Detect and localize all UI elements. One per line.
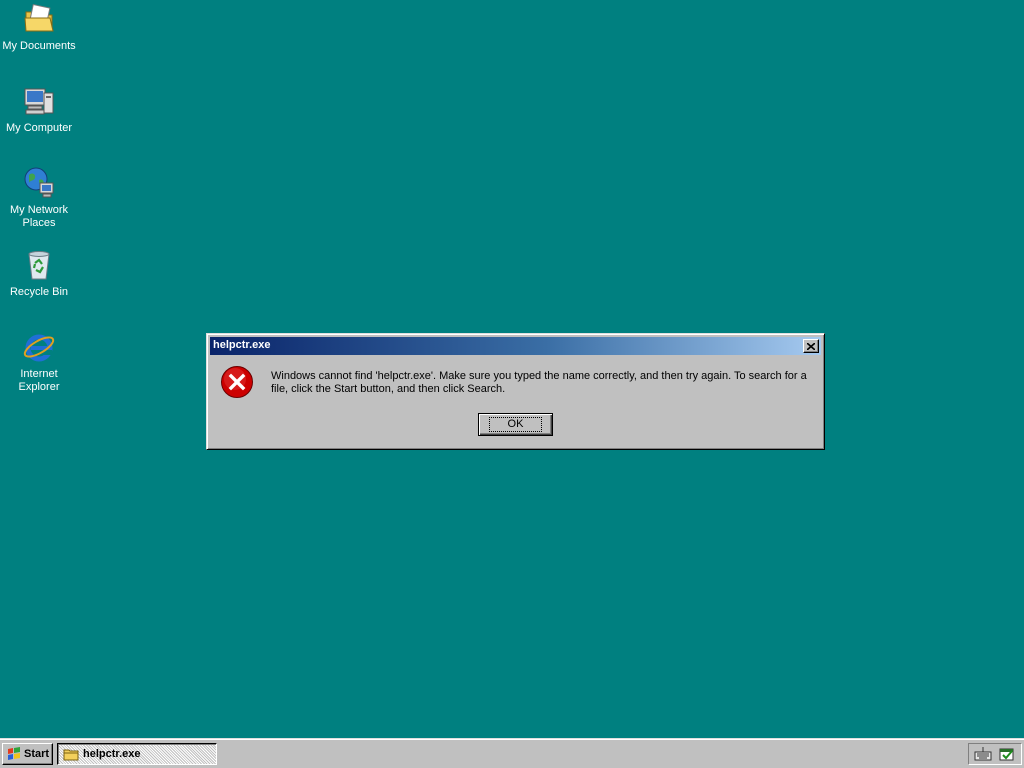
internet-explorer-icon [23,334,55,362]
folder-documents-icon [24,3,54,32]
system-tray [968,743,1022,765]
desktop-icon-label: Recycle Bin [9,286,69,298]
recycle-bin-icon [28,251,50,280]
network-globe-icon [24,167,54,198]
dialog-title-bar[interactable]: helpctr.exe [210,337,821,355]
scheduler-icon[interactable] [998,746,1016,762]
keyboard-icon[interactable] [974,746,992,762]
start-label: Start [24,748,50,760]
close-button[interactable] [803,339,819,353]
desktop: My Documents My Computer My Network Plac… [0,0,1024,738]
folder-icon [63,749,79,761]
ok-button[interactable]: OK [478,413,553,436]
desktop-icon-internet-explorer[interactable]: Internet Explorer [0,330,78,394]
desktop-icon-label: Internet Explorer [18,368,60,393]
desktop-icon-my-computer[interactable]: My Computer [0,84,78,135]
taskbar-button-label: helpctr.exe [83,748,141,760]
desktop-icon-label: My Documents [2,40,76,52]
desktop-icon-recycle-bin[interactable]: Recycle Bin [0,248,78,299]
taskbar: Start helpctr.exe [0,738,1024,768]
computer-icon [24,88,54,115]
ok-button-label: OK [488,417,543,432]
taskbar-button-helpctr[interactable]: helpctr.exe [57,743,217,765]
desktop-icon-my-documents[interactable]: My Documents [0,2,78,53]
close-icon [807,342,815,350]
desktop-icon-label: My Computer [5,122,73,134]
error-dialog: helpctr.exe Windows cannot find 'helpctr… [206,333,825,450]
desktop-icon-label: My Network Places [9,204,69,229]
error-message: Windows cannot find 'helpctr.exe'. Make … [271,370,807,395]
start-button[interactable]: Start [2,743,53,765]
windows-logo-icon [8,747,20,760]
dialog-title: helpctr.exe [213,339,271,351]
desktop-icon-my-network-places[interactable]: My Network Places [0,166,78,230]
error-x-icon [221,366,253,398]
